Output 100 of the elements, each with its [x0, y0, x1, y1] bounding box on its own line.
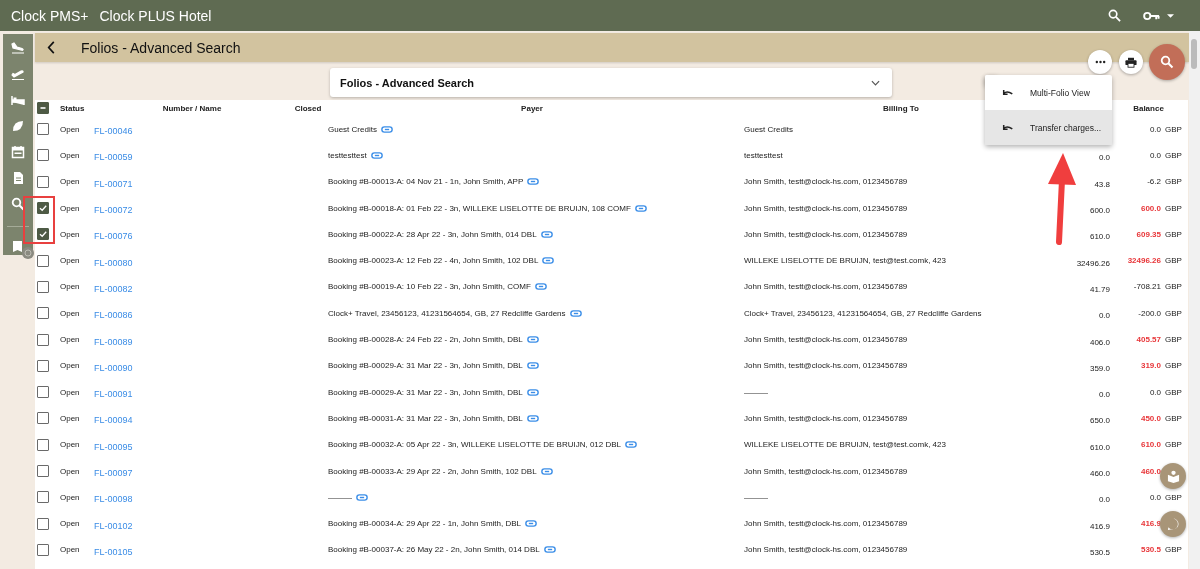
- link-icon[interactable]: [527, 178, 540, 186]
- status-cell: Open: [60, 466, 80, 476]
- folio-link[interactable]: FL-00090: [94, 362, 133, 373]
- scrollbar[interactable]: [1189, 31, 1200, 569]
- link-icon[interactable]: [370, 151, 383, 159]
- folio-link[interactable]: FL-00071: [94, 178, 133, 189]
- folio-link[interactable]: FL-00082: [94, 283, 133, 294]
- amount-cell: 416.9: [1089, 521, 1110, 531]
- row-checkbox[interactable]: [37, 386, 49, 399]
- balance-value: -708.21: [1132, 282, 1161, 292]
- balance-value: 530.5: [1139, 545, 1161, 555]
- calendar-icon[interactable]: [11, 145, 25, 159]
- folio-link[interactable]: FL-00091: [94, 389, 133, 400]
- row-checkbox[interactable]: [37, 438, 49, 451]
- billing-cell: John Smith, testt@clock-hs.com, 0123456789: [744, 413, 908, 423]
- link-icon[interactable]: [526, 362, 539, 370]
- balance-value: 0.0: [1148, 387, 1161, 397]
- search-icon: [1160, 55, 1174, 69]
- row-checkbox[interactable]: [37, 359, 49, 372]
- search-button[interactable]: [1149, 44, 1185, 80]
- book-icon[interactable]: [11, 239, 25, 253]
- billing-cell: WILLEKE LISELOTTE DE BRUIJN, test@test.comk, 423: [744, 440, 946, 450]
- folio-link[interactable]: FL-00098: [94, 494, 133, 505]
- link-icon[interactable]: [526, 414, 539, 422]
- row-checkbox[interactable]: [37, 202, 49, 215]
- row-checkbox[interactable]: [37, 333, 49, 346]
- folio-link[interactable]: FL-00102: [94, 520, 133, 531]
- column-header: Closed: [293, 103, 323, 113]
- row-checkbox[interactable]: [37, 123, 49, 136]
- column-header: Status: [59, 103, 86, 113]
- link-icon[interactable]: [525, 520, 537, 528]
- key-icon[interactable]: [1143, 10, 1160, 21]
- folio-link[interactable]: FL-00105: [94, 546, 133, 557]
- folio-link[interactable]: FL-00080: [94, 257, 133, 268]
- balance-value: 0.0: [1148, 492, 1161, 502]
- plane-takeoff-icon[interactable]: [11, 67, 25, 81]
- link-icon[interactable]: [543, 546, 556, 554]
- currency: GBP: [1165, 440, 1182, 450]
- folio-link[interactable]: FL-00089: [94, 336, 133, 347]
- folio-link[interactable]: FL-00095: [94, 441, 133, 452]
- property-name: Clock PLUS Hotel: [99, 7, 212, 24]
- link-icon[interactable]: [625, 441, 638, 449]
- caret-icon[interactable]: [1167, 13, 1174, 18]
- row-checkbox[interactable]: [37, 254, 49, 267]
- menu-item[interactable]: Transfer charges...: [985, 110, 1112, 145]
- scrollbar-thumb[interactable]: [1191, 39, 1197, 69]
- search-icon[interactable]: [11, 197, 25, 211]
- folio-link[interactable]: FL-00059: [94, 152, 133, 163]
- link-icon[interactable]: [569, 309, 582, 317]
- balance-value: 0.0: [1148, 150, 1161, 160]
- amount-cell: 460.0: [1089, 469, 1110, 478]
- billing-cell: WILLEKE LISELOTTE DE BRUIJN, test@test.comk, 423: [744, 256, 946, 266]
- currency: GBP: [1165, 387, 1182, 397]
- billing-cell: John Smith, testt@clock-hs.com, 0123456789: [744, 177, 908, 187]
- column-header: Number / Name: [161, 103, 223, 113]
- document-icon[interactable]: [11, 171, 25, 185]
- status-cell: Open: [60, 203, 80, 213]
- row-checkbox[interactable]: [37, 465, 49, 477]
- menu-item[interactable]: Multi-Folio View: [985, 75, 1112, 110]
- row-checkbox[interactable]: [37, 307, 49, 320]
- row-checkbox[interactable]: [37, 175, 49, 188]
- row-checkbox[interactable]: [37, 491, 49, 504]
- folio-link[interactable]: FL-00076: [94, 231, 133, 242]
- folio-link[interactable]: FL-00086: [94, 310, 133, 321]
- search-icon[interactable]: [1108, 9, 1121, 22]
- more-button[interactable]: [1088, 50, 1112, 74]
- currency: GBP: [1165, 229, 1182, 239]
- folio-link[interactable]: FL-00072: [94, 205, 133, 216]
- link-icon[interactable]: [526, 336, 539, 343]
- bed-icon[interactable]: [11, 93, 25, 107]
- payer-cell: Booking #B-00028-A: 24 Feb 22 - 2n, John Smith, DBL: [328, 335, 523, 344]
- row-checkbox[interactable]: [37, 517, 49, 530]
- status-cell: Open: [60, 335, 80, 344]
- currency: GBP: [1165, 545, 1182, 555]
- row-checkbox[interactable]: [37, 412, 49, 425]
- link-icon[interactable]: [534, 283, 547, 291]
- link-icon[interactable]: [380, 125, 393, 133]
- folio-link[interactable]: FL-00046: [94, 126, 133, 137]
- billing-cell: ———: [744, 492, 768, 502]
- link-icon[interactable]: [540, 467, 553, 475]
- select-all-checkbox[interactable]: [37, 102, 49, 114]
- link-icon[interactable]: [356, 493, 368, 501]
- link-icon[interactable]: [540, 230, 553, 238]
- row-checkbox[interactable]: [37, 149, 49, 162]
- row-checkbox[interactable]: [37, 228, 49, 241]
- status-cell: Open: [60, 124, 80, 134]
- row-checkbox[interactable]: [37, 543, 49, 556]
- link-icon[interactable]: [634, 204, 647, 212]
- back-icon[interactable]: [47, 41, 55, 54]
- link-icon[interactable]: [542, 257, 555, 265]
- row-checkbox[interactable]: [37, 280, 49, 293]
- plane-landing-icon[interactable]: [11, 41, 25, 55]
- amount-cell: 530.5: [1089, 547, 1110, 557]
- folio-link[interactable]: FL-00094: [94, 415, 133, 426]
- print-button[interactable]: [1119, 50, 1143, 74]
- link-icon[interactable]: [526, 388, 539, 396]
- billing-cell: John Smith, testt@clock-hs.com, 0123456789: [744, 519, 908, 529]
- search-panel[interactable]: Folios - Advanced Search: [330, 68, 892, 97]
- leaf-icon[interactable]: [11, 119, 25, 133]
- folio-link[interactable]: FL-00097: [94, 468, 133, 478]
